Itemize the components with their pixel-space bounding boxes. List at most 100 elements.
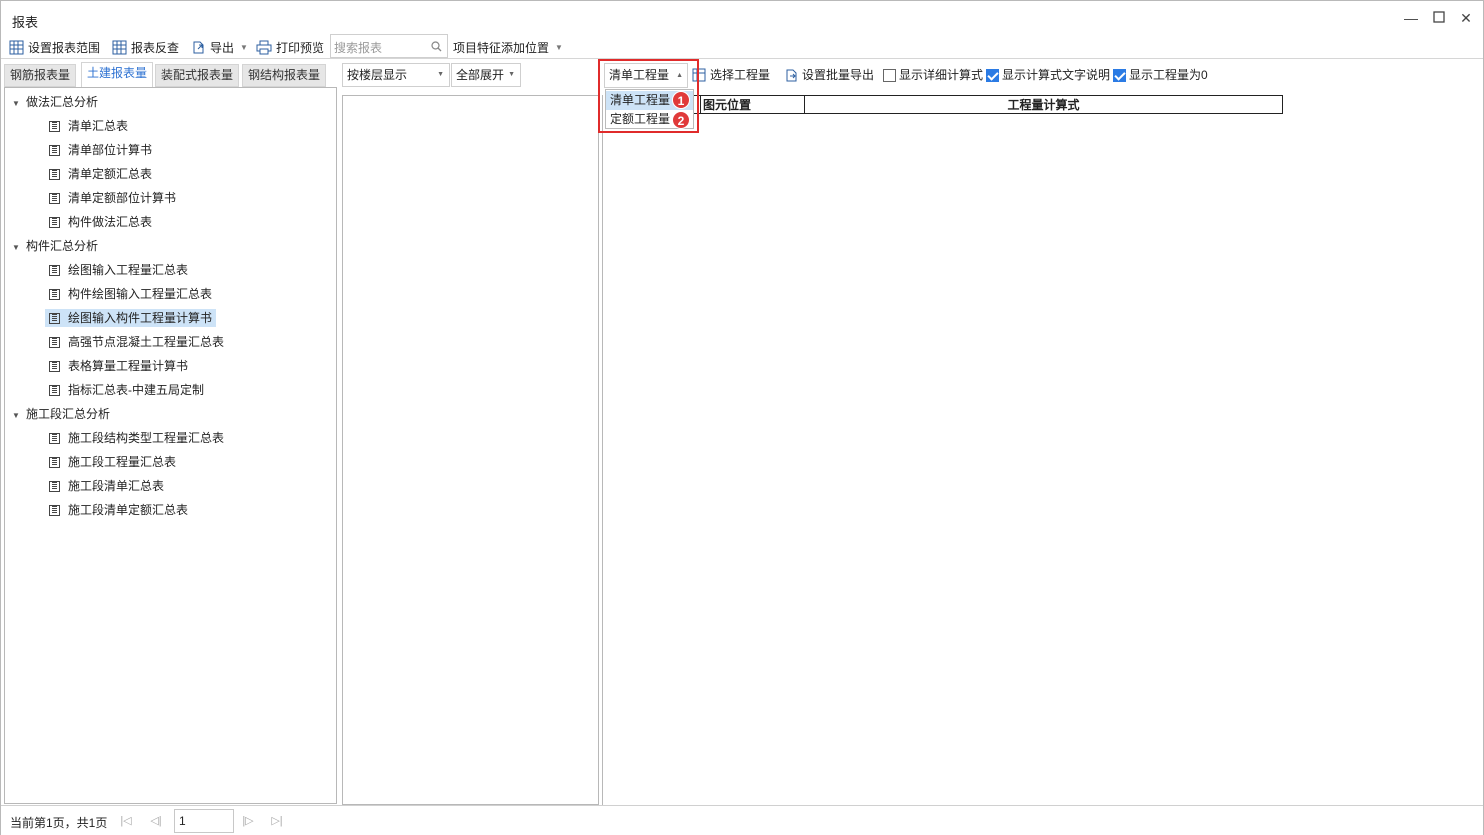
select-quantity-label: 选择工程量 xyxy=(710,68,771,82)
document-icon xyxy=(49,216,60,228)
tree-item[interactable]: 高强节点混凝土工程量汇总表 xyxy=(45,333,228,351)
quantity-type-select[interactable]: 清单工程量 ▲ xyxy=(604,63,688,88)
minimize-icon[interactable]: — xyxy=(1403,10,1419,26)
tree-item-label: 施工段清单汇总表 xyxy=(68,479,165,493)
expand-all-select[interactable]: 全部展开 ▼ xyxy=(451,63,521,87)
report-tabs: 钢筋报表量 土建报表量 装配式报表量 钢结构报表量 xyxy=(4,62,337,88)
tab-civil[interactable]: 土建报表量 xyxy=(81,62,154,88)
tree-item[interactable]: 构件绘图输入工程量汇总表 xyxy=(45,285,216,303)
table-col-formula: 工程量计算式 xyxy=(804,95,1283,114)
tree-item[interactable]: 施工段清单汇总表 xyxy=(45,477,168,495)
tree-item-selected[interactable]: 绘图输入构件工程量计算书 xyxy=(45,309,217,327)
chevron-down-icon: ▼ xyxy=(508,71,515,78)
show-zero-label: 显示工程量为0 xyxy=(1129,68,1208,82)
document-icon xyxy=(49,120,60,132)
floor-display-select[interactable]: 按楼层显示 ▼ xyxy=(342,63,450,87)
show-text-label: 显示计算式文字说明 xyxy=(1002,68,1111,82)
chevron-up-icon: ▲ xyxy=(676,72,683,79)
tree-item-label: 构件做法汇总表 xyxy=(68,215,153,229)
set-range-button[interactable]: 设置报表范围 xyxy=(9,37,100,57)
tree-item[interactable]: 清单定额部位计算书 xyxy=(45,189,180,207)
add-position-dropdown[interactable]: 项目特征添加位置 ▼ xyxy=(453,37,563,57)
floor-display-value: 按楼层显示 xyxy=(347,68,408,82)
tab-prefab[interactable]: 装配式报表量 xyxy=(155,64,240,87)
tree-group[interactable]: ▼ 构件汇总分析 xyxy=(12,237,98,255)
search-placeholder: 搜索报表 xyxy=(334,41,383,55)
document-icon xyxy=(49,192,60,204)
prev-page-icon[interactable]: ◁| xyxy=(149,814,163,828)
show-detail-checkbox[interactable]: 显示详细计算式 xyxy=(883,66,983,84)
show-zero-checkbox[interactable]: 显示工程量为0 xyxy=(1113,66,1208,84)
floor-panel: 按楼层显示 ▼ 全部展开 ▼ xyxy=(342,62,599,805)
tree-group-label: 施工段汇总分析 xyxy=(26,407,111,421)
tree-item-label: 高强节点混凝土工程量汇总表 xyxy=(68,335,225,349)
expand-arrow-icon: ▼ xyxy=(12,243,20,252)
tree-item-label: 清单定额部位计算书 xyxy=(68,191,177,205)
tree-group[interactable]: ▼ 施工段汇总分析 xyxy=(12,405,110,423)
quantity-type-value: 清单工程量 xyxy=(609,68,670,82)
report-window: 报表 — ✕ 设置报表范围 报表反查 导出 ▼ 打印预览 搜索报表 项目特征添加… xyxy=(0,0,1484,835)
tab-rebar[interactable]: 钢筋报表量 xyxy=(4,64,77,87)
tree-item-label: 施工段结构类型工程量汇总表 xyxy=(68,431,225,445)
expand-arrow-icon: ▼ xyxy=(12,411,20,420)
page-number-input[interactable]: 1 xyxy=(174,809,234,833)
report-tree: ▼ 做法汇总分析 清单汇总表 清单部位计算书 清单定额汇总表 清单定额部位计算书 … xyxy=(4,87,337,804)
close-icon[interactable]: ✕ xyxy=(1458,10,1474,26)
tree-item[interactable]: 清单部位计算书 xyxy=(45,141,156,159)
tree-item-label: 清单汇总表 xyxy=(68,119,129,133)
batch-export-button[interactable]: 设置批量导出 xyxy=(784,66,874,84)
show-text-checkbox[interactable]: 显示计算式文字说明 xyxy=(986,66,1110,84)
select-quantity-button[interactable]: 选择工程量 xyxy=(692,66,770,84)
show-detail-label: 显示详细计算式 xyxy=(899,68,984,82)
tree-item-label: 施工段工程量汇总表 xyxy=(68,455,177,469)
checkbox-checked[interactable] xyxy=(1113,68,1126,82)
tree-group-label: 构件汇总分析 xyxy=(26,239,99,253)
tree-group-label: 做法汇总分析 xyxy=(26,95,99,109)
tree-item-label: 指标汇总表-中建五局定制 xyxy=(68,383,204,397)
expand-arrow-icon: ▼ xyxy=(12,99,20,108)
document-icon xyxy=(49,360,60,372)
document-icon xyxy=(49,456,60,468)
checkbox-checked[interactable] xyxy=(986,68,999,82)
export-button[interactable]: 导出 ▼ xyxy=(191,37,248,57)
reverse-check-button[interactable]: 报表反查 xyxy=(112,37,179,57)
next-page-icon[interactable]: |▷ xyxy=(241,814,255,828)
tree-item[interactable]: 构件做法汇总表 xyxy=(45,213,156,231)
document-icon xyxy=(49,264,60,276)
search-input[interactable]: 搜索报表 xyxy=(330,34,448,58)
expand-all-value: 全部展开 xyxy=(456,68,505,82)
tree-group[interactable]: ▼ 做法汇总分析 xyxy=(12,93,98,111)
document-icon xyxy=(49,336,60,348)
option-label: 清单工程量 xyxy=(610,93,671,107)
document-icon xyxy=(49,480,60,492)
add-position-label: 项目特征添加位置 xyxy=(453,40,550,55)
batch-export-icon xyxy=(786,69,797,81)
tree-item[interactable]: 表格算量工程量计算书 xyxy=(45,357,192,375)
tree-item[interactable]: 施工段清单定额汇总表 xyxy=(45,501,192,519)
last-page-icon[interactable]: ▷| xyxy=(270,814,284,828)
select-table-icon xyxy=(692,68,706,81)
checkbox-unchecked[interactable] xyxy=(883,68,896,82)
reverse-check-label: 报表反查 xyxy=(131,40,180,55)
option-label: 定额工程量 xyxy=(610,112,671,126)
print-preview-button[interactable]: 打印预览 xyxy=(256,37,324,57)
tab-steel[interactable]: 钢结构报表量 xyxy=(242,64,327,87)
tree-item-label: 施工段清单定额汇总表 xyxy=(68,503,189,517)
tree-item[interactable]: 清单定额汇总表 xyxy=(45,165,156,183)
table-icon xyxy=(112,40,127,54)
report-content-panel: 选择工程量 设置批量导出 显示详细计算式 显示计算式文字说明 显示工程量为0 图… xyxy=(602,62,1483,805)
window-title: 报表 xyxy=(12,15,39,30)
report-content-area xyxy=(602,95,1483,805)
table-col-position: 图元位置 xyxy=(700,95,805,114)
step-badge-2: 2 xyxy=(672,111,690,129)
first-page-icon[interactable]: |◁ xyxy=(119,814,133,828)
tree-item[interactable]: 施工段工程量汇总表 xyxy=(45,453,180,471)
tree-item-label: 构件绘图输入工程量汇总表 xyxy=(68,287,213,301)
tree-item[interactable]: 绘图输入工程量汇总表 xyxy=(45,261,192,279)
document-icon xyxy=(49,312,60,324)
tree-item[interactable]: 指标汇总表-中建五局定制 xyxy=(45,381,208,399)
tree-item[interactable]: 施工段结构类型工程量汇总表 xyxy=(45,429,228,447)
tree-item[interactable]: 清单汇总表 xyxy=(45,117,132,135)
title-bar: 报表 — ✕ xyxy=(1,1,1483,34)
maximize-icon[interactable] xyxy=(1431,10,1447,26)
